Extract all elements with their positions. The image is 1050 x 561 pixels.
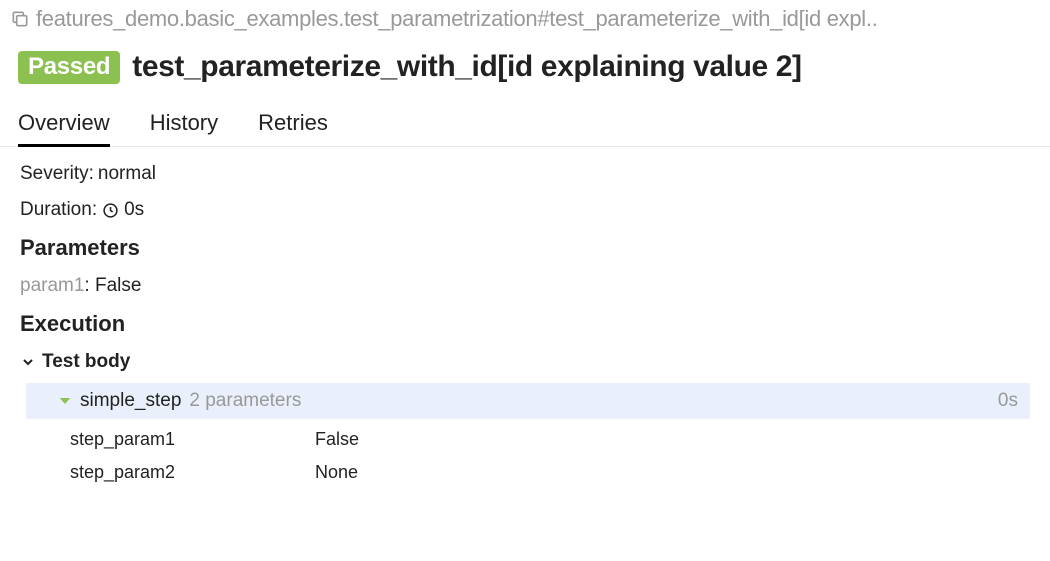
overview-content: Severity: normal Duration: 0s Parameters… [0,147,1050,511]
step-row[interactable]: simple_step 2 parameters 0s [26,383,1030,419]
execution-heading: Execution [20,311,1030,337]
chevron-down-icon [56,392,74,410]
step-param-value: False [315,429,359,450]
duration-row: Duration: 0s [20,199,1030,221]
clock-icon [102,202,119,219]
tab-overview[interactable]: Overview [18,110,110,146]
tab-history[interactable]: History [150,110,218,146]
step-param-row: step_param1 False [70,429,1030,450]
duration-value: 0s [124,199,144,221]
parameter-name: param1 [20,275,84,296]
duration-label: Duration: [20,199,97,221]
step-name: simple_step [80,390,181,412]
tab-retries[interactable]: Retries [258,110,328,146]
parameter-row: param1: False [20,275,1030,297]
step-param-name: step_param2 [70,462,315,483]
test-body-label: Test body [42,351,130,373]
status-badge: Passed [18,51,120,84]
chevron-down-icon [20,354,36,370]
step-param-row: step_param2 None [70,462,1030,483]
severity-label: Severity: [20,163,94,185]
tabs: Overview History Retries [0,92,1050,147]
breadcrumb-path: features_demo.basic_examples.test_parame… [36,6,878,32]
breadcrumb: features_demo.basic_examples.test_parame… [0,0,1050,36]
copy-icon[interactable] [10,9,30,29]
step-param-name: step_param1 [70,429,315,450]
step-param-value: None [315,462,358,483]
parameter-value: False [95,275,141,296]
step-duration: 0s [998,390,1018,412]
page-title: test_parameterize_with_id[id explaining … [132,50,801,84]
severity-row: Severity: normal [20,163,1030,185]
test-body-toggle[interactable]: Test body [20,351,1030,373]
step-params: step_param1 False step_param2 None [70,429,1030,483]
severity-value: normal [98,163,156,185]
title-row: Passed test_parameterize_with_id[id expl… [0,36,1050,92]
parameters-heading: Parameters [20,235,1030,261]
step-meta: 2 parameters [189,390,301,412]
